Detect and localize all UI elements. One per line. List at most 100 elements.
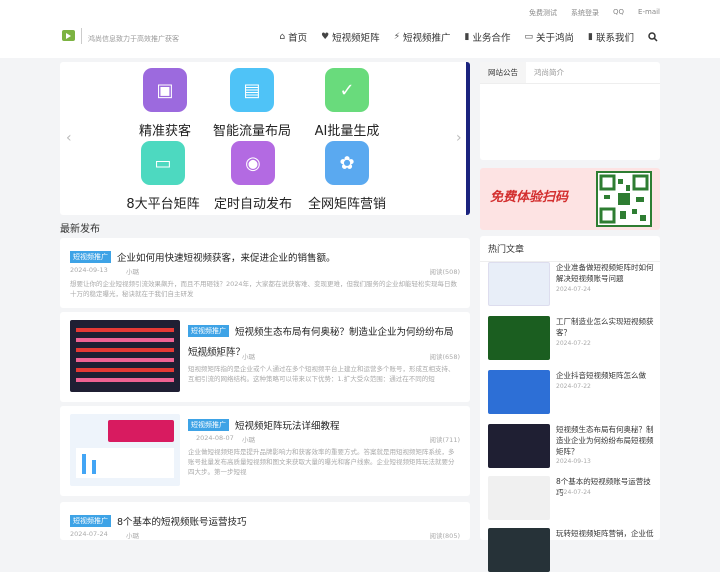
feature-label: 智能流量布局	[212, 124, 291, 139]
notice-tabs: 网站公告 鸿尚简介	[480, 62, 660, 84]
nav-label: 首页	[288, 33, 308, 44]
post-author: 小璐	[126, 268, 139, 276]
hot-title[interactable]: 企业抖音短视频矩阵怎么做	[556, 370, 646, 381]
post-author: 小璐	[242, 353, 255, 361]
nav-label: 短视频矩阵	[332, 33, 380, 44]
feature-item: ✓ AI批量生成	[292, 68, 402, 139]
nav-home[interactable]: ⌂ 首页	[279, 30, 307, 44]
hot-date: 2024-09-13	[556, 458, 591, 465]
tab-notice[interactable]: 网站公告	[480, 62, 526, 83]
heart-icon: ♥	[321, 32, 330, 42]
hot-thumbnail[interactable]	[488, 528, 550, 572]
post-head: 短视频推广 企业如何用快速短视频获客，来促进企业的销售额。	[70, 246, 460, 266]
post-excerpt: 短视频矩阵指的是企业或个人通过在多个短视频平台上建立和运营多个账号，形成互相支持…	[188, 365, 455, 383]
feature-label: 全网矩阵营销	[307, 197, 386, 212]
post-title[interactable]: 短视频矩阵玩法详细教程	[235, 421, 340, 432]
hot-thumbnail[interactable]	[488, 424, 550, 468]
tab-intro[interactable]: 鸿尚简介	[526, 62, 572, 83]
post-tag[interactable]: 短视频推广	[188, 418, 229, 431]
qq-link[interactable]: QQ	[613, 8, 624, 18]
banner-text: 免费体验扫码	[490, 190, 569, 205]
post-tag[interactable]: 短视频推广	[188, 324, 229, 337]
hot-date: 2024-07-22	[556, 340, 591, 347]
section-title: 最新发布	[60, 224, 100, 235]
post-views: 阅读(711)	[429, 436, 460, 444]
qr-code-image	[596, 171, 652, 227]
feature-icon: ▤	[230, 68, 274, 112]
nav-about[interactable]: ▭ 关于鸿尚	[525, 30, 575, 44]
hot-articles-title: 热门文章	[480, 236, 660, 262]
post-head: 短视频推广 8个基本的短视频账号运营技巧	[70, 510, 460, 530]
nav-label: 短视频推广	[403, 33, 451, 44]
hot-date: 2024-07-24	[556, 286, 591, 293]
hot-thumbnail[interactable]	[488, 316, 550, 360]
nav-contact[interactable]: ▮ 联系我们	[588, 30, 634, 44]
login-link[interactable]: 系统登录	[571, 8, 599, 18]
post-excerpt: 企业做短视频矩阵是提升品牌影响力和获客效率的重要方式。答案就是用短视频矩阵系统，…	[188, 448, 455, 476]
site-slogan: 鸿尚信息致力于高效推广获客	[88, 35, 179, 43]
slider-next-icon[interactable]: ›	[456, 130, 462, 146]
hot-title[interactable]: 企业准备做短视频矩阵时如何解决短视频账号问题	[556, 262, 654, 284]
hero-slider[interactable]: ▣ 精准获客 ▤ 智能流量布局 ✓ AI批量生成 ▭ 8大平台矩阵 ◉ 定时自动发布 ✿ 全…	[60, 62, 470, 215]
post-head: 短视频推广 短视频矩阵玩法详细教程	[188, 414, 460, 434]
post-views: 阅读(805)	[429, 532, 460, 540]
feature-item: ✿ 全网矩阵营销	[292, 141, 402, 212]
feature-item: ▤ 智能流量布局	[197, 68, 307, 139]
hot-thumbnail[interactable]	[488, 476, 550, 520]
feature-icon: ✿	[325, 141, 369, 185]
nav-video-promo[interactable]: ⚡ 短视频推广	[394, 30, 451, 44]
post-tag[interactable]: 短视频推广	[70, 250, 111, 263]
home-icon: ⌂	[279, 32, 286, 42]
post-views: 阅读(508)	[429, 268, 460, 276]
post-title[interactable]: 8个基本的短视频账号运营技巧	[117, 517, 247, 528]
post-card[interactable]: 短视频推广 8个基本的短视频账号运营技巧 2024-07-24 小璐 阅读(805…	[60, 502, 470, 540]
logo-icon[interactable]	[62, 30, 75, 41]
nav-video-matrix[interactable]: ♥ 短视频矩阵	[321, 30, 380, 44]
hot-title[interactable]: 短视频生态布局有何奥秘？制造业企业为何纷纷布局短视频矩阵？	[556, 424, 654, 457]
post-date: 2024-09-13	[70, 266, 108, 274]
slider-prev-icon[interactable]: ‹	[66, 130, 72, 146]
hot-date: 2024-07-22	[556, 383, 591, 390]
post-date: 2024-07-24	[70, 530, 108, 538]
post-author: 小璐	[242, 436, 255, 444]
hot-thumbnail[interactable]	[488, 262, 550, 306]
post-excerpt: 想要让你的企业短视频引流效果飙升，而且不用砸钱？2024年，大家都在说获客难、变…	[70, 280, 458, 298]
hot-articles-panel: 热门文章 企业准备做短视频矩阵时如何解决短视频账号问题 2024-07-24 工…	[480, 236, 660, 572]
free-test-link[interactable]: 免费测试	[529, 8, 557, 18]
nav-label: 关于鸿尚	[536, 33, 575, 44]
main-nav: ⌂ 首页 ♥ 短视频矩阵 ⚡ 短视频推广 ▮ 业务合作 ▭ 关于鸿尚 ▮ 联系我们	[265, 30, 658, 44]
top-links: 免费测试 系统登录 QQ E-mail	[515, 8, 660, 18]
post-views: 阅读(658)	[429, 353, 460, 361]
post-author: 小璐	[126, 532, 139, 540]
slider-edge	[466, 62, 470, 215]
post-thumbnail[interactable]	[70, 320, 180, 392]
plug-icon: ⚡	[393, 32, 401, 42]
qr-banner[interactable]: 免费体验扫码	[480, 168, 660, 230]
post-date: 2024-08-07	[196, 434, 234, 442]
book-icon: ▮	[464, 32, 470, 42]
nav-cooperation[interactable]: ▮ 业务合作	[465, 30, 511, 44]
post-card[interactable]: 短视频推广 企业如何用快速短视频获客，来促进企业的销售额。 2024-09-13 …	[60, 238, 470, 308]
feature-icon: ✓	[325, 68, 369, 112]
hot-title[interactable]: 玩转短视频矩阵营销，企业低	[556, 528, 654, 539]
hot-date: 2024-07-24	[556, 489, 591, 496]
notice-panel: 网站公告 鸿尚简介	[480, 62, 660, 160]
post-date: 2024-09-13	[196, 351, 234, 359]
chat-icon: ▭	[524, 32, 534, 42]
search-button[interactable]	[648, 32, 658, 42]
post-tag[interactable]: 短视频推广	[70, 514, 111, 527]
feature-icon: ▭	[141, 141, 185, 185]
book2-icon: ▮	[588, 32, 593, 42]
feature-icon: ◉	[231, 141, 275, 185]
nav-label: 业务合作	[472, 33, 511, 44]
hot-title[interactable]: 工厂制造业怎么实现短视频获客？	[556, 316, 654, 338]
post-title[interactable]: 企业如何用快速短视频获客，来促进企业的销售额。	[117, 253, 336, 264]
hot-thumbnail[interactable]	[488, 370, 550, 414]
search-icon	[648, 32, 658, 42]
post-thumbnail[interactable]	[70, 414, 180, 486]
logo-divider	[81, 28, 82, 44]
post-card[interactable]: 短视频推广 短视频生态布局有何奥秘？制造业企业为何纷纷布局短视频矩阵？ 2024-…	[60, 312, 470, 402]
feature-icon: ▣	[143, 68, 187, 112]
post-card[interactable]: 短视频推广 短视频矩阵玩法详细教程 2024-08-07 小璐 阅读(711) 企…	[60, 406, 470, 496]
email-link[interactable]: E-mail	[638, 8, 660, 18]
